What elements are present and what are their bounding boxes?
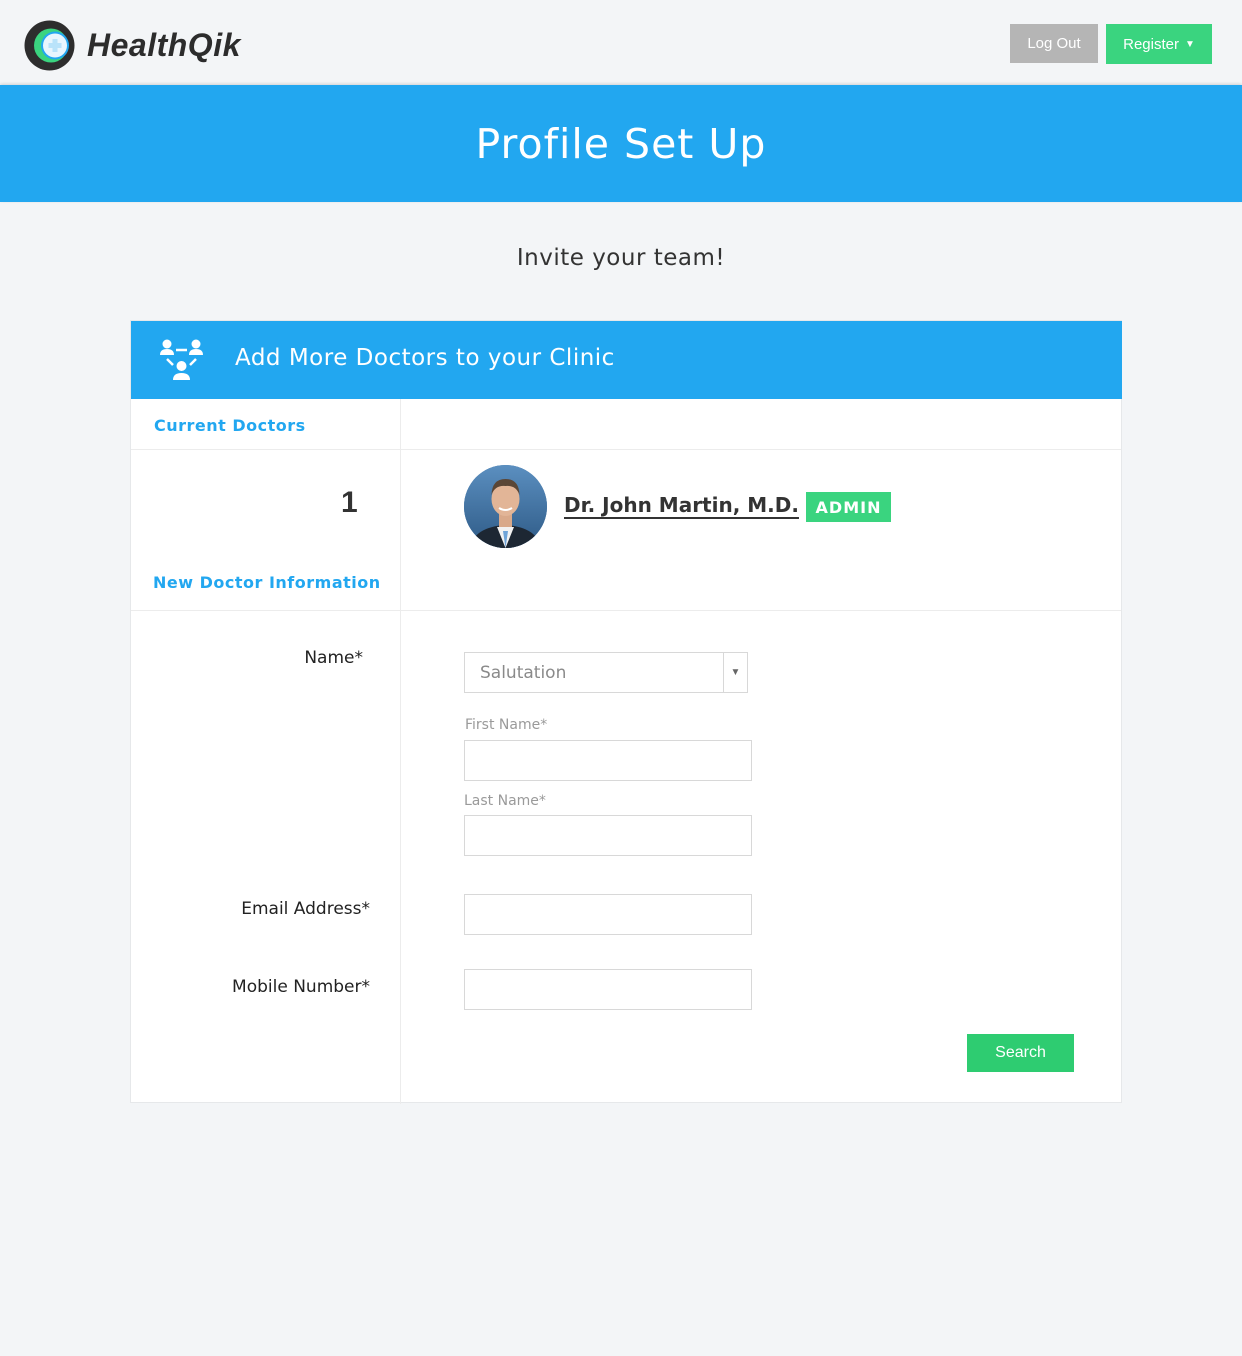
add-doctors-card: Add More Doctors to your Clinic Current … — [130, 320, 1122, 1104]
row-divider — [131, 449, 1121, 450]
chevron-down-icon[interactable]: ▼ — [723, 653, 747, 692]
salutation-select[interactable]: Salutation ▼ — [464, 652, 748, 693]
logout-button[interactable]: Log Out — [1010, 24, 1098, 63]
current-doctors-label: Current Doctors — [154, 416, 306, 435]
mobile-label: Mobile Number* — [232, 977, 370, 997]
last-name-label: Last Name* — [464, 793, 546, 809]
doctor-photo — [464, 465, 547, 548]
doctor-name-link[interactable]: Dr. John Martin, M.D. — [564, 493, 799, 517]
last-name-field[interactable] — [464, 815, 752, 856]
page-subtitle: Invite your team! — [516, 245, 726, 271]
top-navbar: HealthQik Log Out Register ▼ — [0, 0, 1242, 85]
current-doctors-count: 1 — [341, 486, 358, 519]
brand-logo[interactable]: HealthQik — [24, 20, 241, 71]
name-label: Name* — [304, 648, 363, 668]
card-title: Add More Doctors to your Clinic — [235, 345, 615, 371]
register-label: Register — [1123, 35, 1179, 53]
column-divider — [400, 399, 401, 1104]
row-divider — [131, 610, 1121, 611]
page-banner: Profile Set Up — [0, 85, 1242, 202]
caret-down-icon: ▼ — [1184, 38, 1195, 50]
team-icon — [160, 339, 203, 380]
register-dropdown-button[interactable]: Register ▼ — [1106, 24, 1212, 64]
brand-name: HealthQik — [87, 27, 241, 63]
first-name-field[interactable] — [464, 740, 752, 781]
doctor-avatar — [464, 465, 547, 548]
email-field[interactable] — [464, 894, 752, 935]
card-header: Add More Doctors to your Clinic — [131, 321, 1122, 399]
admin-badge: ADMIN — [806, 492, 891, 522]
search-button[interactable]: Search — [967, 1034, 1074, 1072]
healthqik-logo-icon — [24, 20, 75, 71]
page-title: Profile Set Up — [475, 119, 767, 168]
mobile-number-field[interactable] — [464, 969, 752, 1010]
new-doctor-info-label: New Doctor Information — [153, 573, 381, 592]
first-name-label: First Name* — [465, 717, 548, 733]
email-label: Email Address* — [241, 899, 370, 919]
salutation-placeholder: Salutation — [480, 662, 567, 683]
